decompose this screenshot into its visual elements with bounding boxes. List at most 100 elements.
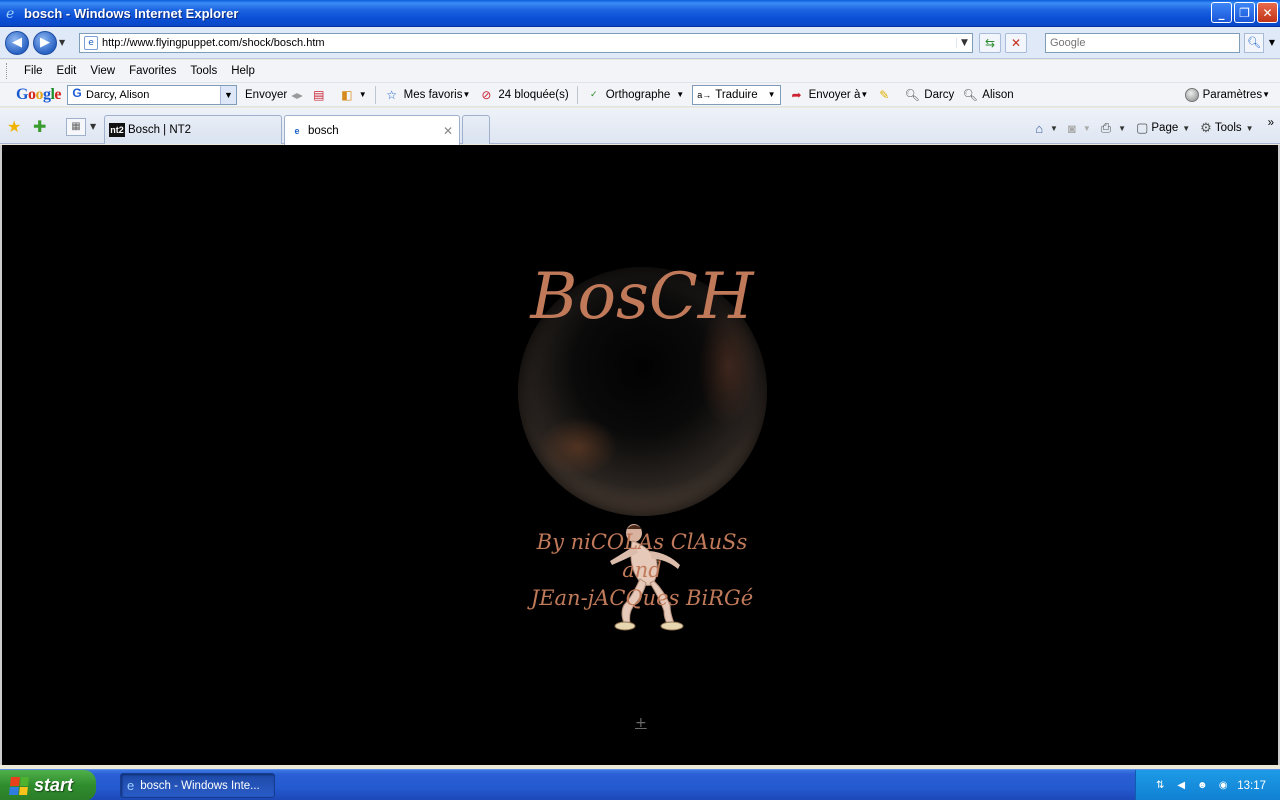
rss-icon: ◙: [1067, 120, 1076, 136]
command-bar: ⌂ ▼ ◙ ▼ ⎙ ▼ ▢ Page ▼ ⚙ Tools ▼ »: [1025, 117, 1274, 136]
back-button[interactable]: ◀: [5, 30, 29, 55]
tab-list-dropdown-icon[interactable]: ▼: [90, 118, 100, 136]
stop-button[interactable]: ✕: [1005, 32, 1027, 53]
translate-label: Traduire: [715, 88, 758, 101]
nt2-favicon-icon: nt2: [109, 123, 125, 137]
page-icon: e: [84, 35, 98, 50]
send-to-label: Envoyer à: [808, 88, 861, 101]
tab-bosch-nt2[interactable]: nt2 Bosch | NT2: [104, 115, 282, 144]
messenger-icon[interactable]: ☻: [1195, 779, 1209, 793]
google-g-icon: G: [72, 85, 82, 100]
translate-dropdown-icon[interactable]: ▼: [768, 90, 776, 99]
tab-label: Bosch | NT2: [128, 124, 192, 136]
start-button[interactable]: start: [0, 770, 96, 800]
taskbar-item-ie[interactable]: e bosch - Windows Inte...: [120, 773, 275, 798]
translate-icon: a→: [697, 89, 712, 100]
search-options-dropdown-icon[interactable]: ▼: [1266, 38, 1278, 47]
highlight-button[interactable]: ✎: [876, 87, 896, 103]
tab-label: bosch: [308, 124, 339, 137]
feeds-button[interactable]: ◙ ▼: [1068, 121, 1091, 136]
page-content: BosCH By niCOLAs ClAuSs and JEan-jACQues…: [0, 145, 1280, 765]
magnifier-icon: 🔍︎: [1247, 36, 1261, 49]
new-tab-button[interactable]: [462, 115, 490, 144]
popup-blocker-button[interactable]: ⊘ 24 bloquée(s): [478, 87, 568, 103]
credits-line: and: [622, 558, 662, 582]
credits-line: JEan-jACQues BiRGé: [530, 586, 754, 610]
page-title: BosCH: [530, 260, 754, 334]
back-arrow-icon[interactable]: ◀: [1174, 779, 1188, 793]
address-dropdown-icon[interactable]: ▼: [956, 37, 972, 48]
title-bar: e bosch - Windows Internet Explorer _ ❐ …: [0, 0, 1280, 27]
search-input[interactable]: [1045, 32, 1240, 53]
search-button[interactable]: 🔍︎: [1244, 32, 1264, 53]
tab-bosch[interactable]: e bosch ✕: [284, 115, 460, 145]
bookmarks-button[interactable]: ☆ Mes favoris ▼: [384, 87, 470, 103]
highlighter-icon: ✎: [879, 87, 890, 102]
tab-close-icon[interactable]: ✕: [443, 124, 453, 138]
windows-flag-icon: [9, 776, 29, 795]
quick-tabs-icon[interactable]: ▦: [66, 118, 86, 136]
close-button[interactable]: ✕: [1257, 2, 1278, 23]
popup-blocked-label: 24 bloquée(s): [498, 88, 569, 101]
enter-link[interactable]: +: [635, 715, 647, 731]
history-dropdown-icon[interactable]: ▼: [59, 38, 71, 47]
translate-button[interactable]: a→ Traduire ▼: [692, 84, 781, 105]
credits-line: By niCOLAs ClAuSs: [536, 530, 748, 554]
taskbar: start e bosch - Windows Inte... ? ⇅ ◀ ☻ …: [0, 769, 1280, 800]
google-search-value[interactable]: Darcy, Alison: [86, 89, 220, 101]
highlight-term-label: Alison: [982, 88, 1014, 101]
page-icon: ▢: [1136, 120, 1149, 135]
send-to-button[interactable]: ➦ Envoyer à ▼: [789, 87, 869, 103]
home-button[interactable]: ⌂ ▼: [1035, 121, 1058, 136]
page-menu-button[interactable]: ▢ Page ▼: [1136, 120, 1190, 136]
command-bar-overflow-button[interactable]: »: [1268, 117, 1274, 129]
forward-button[interactable]: ▶: [33, 30, 57, 55]
news-icon[interactable]: ▤: [311, 87, 331, 103]
menu-edit[interactable]: Edit: [50, 65, 84, 77]
find-icon: 🔍︎: [904, 87, 920, 102]
address-field[interactable]: e http://www.flyingpuppet.com/shock/bosc…: [79, 32, 973, 53]
clock[interactable]: 13:17: [1237, 780, 1266, 792]
security-icon[interactable]: ◉: [1216, 779, 1230, 793]
settings-button[interactable]: Paramètres ▼: [1184, 87, 1270, 102]
highlight-term-darcy[interactable]: 🔍︎ Darcy: [904, 87, 955, 103]
spellcheck-label: Orthographe: [605, 88, 671, 101]
menu-favorites[interactable]: Favorites: [122, 65, 183, 77]
taskbar-item-label: bosch - Windows Inte...: [140, 779, 260, 792]
star-outline-icon: ☆: [386, 87, 398, 102]
add-favorite-icon[interactable]: ✚: [33, 117, 46, 136]
google-logo[interactable]: Google: [16, 86, 61, 104]
highlight-term-alison[interactable]: 🔍︎ Alison: [962, 87, 1014, 103]
menu-help[interactable]: Help: [224, 65, 262, 77]
toolbar-chevron-icon[interactable]: ◂▸: [291, 88, 303, 102]
popup-blocked-icon: ⊘: [481, 87, 492, 102]
credits-block: By niCOLAs ClAuSs and JEan-jACQues BiRGé: [2, 528, 1280, 612]
menu-tools[interactable]: Tools: [183, 65, 224, 77]
network-icon[interactable]: ⇅: [1153, 779, 1167, 793]
spellcheck-icon: ✓: [589, 89, 598, 99]
minimize-button[interactable]: _: [1211, 2, 1232, 23]
start-label: start: [34, 775, 74, 795]
menu-file[interactable]: File: [17, 65, 50, 77]
url-text[interactable]: http://www.flyingpuppet.com/shock/bosch.…: [102, 37, 956, 49]
google-search-dropdown-icon[interactable]: ▼: [220, 85, 237, 104]
refresh-button[interactable]: ⇆: [979, 32, 1001, 53]
menu-view[interactable]: View: [83, 65, 122, 77]
page-menu-label: Page: [1151, 122, 1179, 134]
google-send-button[interactable]: Envoyer: [245, 89, 287, 101]
toolbar-grip[interactable]: [6, 63, 9, 79]
ie-logo-icon: e: [127, 778, 135, 793]
print-button[interactable]: ⎙ ▼: [1101, 120, 1126, 136]
favorites-star-icon[interactable]: ★: [7, 117, 21, 136]
tools-menu-button[interactable]: ⚙ Tools ▼: [1200, 120, 1253, 136]
menu-bar: File Edit View Favorites Tools Help: [0, 60, 1280, 83]
find-icon: 🔍︎: [962, 87, 978, 102]
maximize-button[interactable]: ❐: [1234, 2, 1255, 23]
toolbar-separator: [374, 85, 376, 104]
spellcheck-button[interactable]: ✓ Orthographe ▼: [586, 87, 684, 103]
google-search-field[interactable]: G Darcy, Alison ▼: [67, 84, 238, 105]
home-icon: ⌂: [1035, 120, 1044, 136]
ie-logo-icon: e: [6, 6, 14, 21]
printer-icon: ⎙: [1100, 120, 1112, 135]
popup-icon[interactable]: ◧ ▼: [339, 87, 367, 103]
